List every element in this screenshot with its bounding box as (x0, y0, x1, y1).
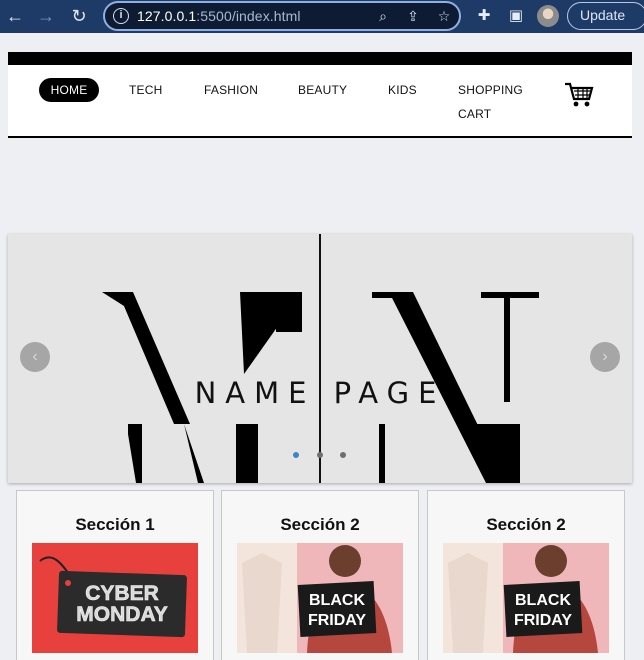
image-text-friday: FRIDAY (514, 612, 572, 629)
hero-carousel: NAME PAGE ‹ › (8, 234, 632, 483)
cyber-monday-image[interactable]: CYBER MONDAY (32, 543, 198, 653)
section-title: Sección 1 (75, 515, 155, 534)
section-card-3: Sección 2 BLACK FRIDAY (427, 490, 625, 660)
nav-beauty[interactable]: BEAUTY (298, 83, 347, 97)
reload-icon[interactable]: ↻ (68, 5, 90, 27)
carousel-prev-button[interactable]: ‹ (20, 342, 50, 372)
chevron-left-icon: ‹ (32, 348, 38, 365)
black-friday-image[interactable]: BLACK FRIDAY (237, 543, 403, 653)
browser-toolbar: ← → ↻ i 127.0.0.1:5500/index.html ⌕ ⇪ ☆ … (0, 0, 644, 33)
section-card-1: Sección 1 CYBER MONDAY (16, 490, 214, 660)
bookmark-star-icon[interactable]: ☆ (434, 6, 454, 26)
brand-name: NAME PAGE (194, 376, 446, 410)
shopping-cart-icon[interactable] (564, 81, 594, 109)
carousel-dot-2[interactable] (317, 452, 323, 458)
nav-cart[interactable]: CART (458, 107, 491, 121)
nav-fashion[interactable]: FASHION (204, 83, 258, 97)
nav-tech[interactable]: TECH (129, 83, 162, 97)
address-bar[interactable]: i 127.0.0.1:5500/index.html ⌕ ⇪ ☆ (103, 1, 461, 31)
extensions-icon[interactable]: ✚ (474, 6, 494, 26)
image-text-cyber: CYBER (85, 582, 159, 605)
url-path: :5500/index.html (196, 8, 301, 24)
carousel-dot-3[interactable] (340, 452, 346, 458)
section-title: Sección 2 (280, 515, 360, 534)
main-nav: HOME TECH FASHION BEAUTY KIDS SHOPPING C… (8, 65, 632, 138)
black-friday-image[interactable]: BLACK FRIDAY (443, 543, 609, 653)
url-host: 127.0.0.1 (137, 8, 197, 24)
zoom-icon[interactable]: ⌕ (373, 6, 393, 26)
brand-logo (102, 234, 539, 483)
chevron-right-icon: › (602, 348, 608, 365)
image-text-friday: FRIDAY (308, 612, 366, 629)
carousel-next-button[interactable]: › (590, 342, 620, 372)
nav-kids[interactable]: KIDS (388, 83, 417, 97)
site-info-icon[interactable]: i (113, 8, 129, 24)
profile-avatar[interactable] (537, 5, 559, 27)
forward-icon[interactable]: → (35, 5, 57, 27)
carousel-dot-1[interactable] (293, 452, 299, 458)
section-title: Sección 2 (486, 515, 566, 534)
nav-shopping[interactable]: SHOPPING (458, 83, 523, 97)
address-text[interactable]: 127.0.0.1:5500/index.html (137, 8, 301, 24)
share-icon[interactable]: ⇪ (403, 6, 423, 26)
header-bar (8, 52, 632, 65)
update-button[interactable]: Update (567, 2, 644, 30)
nav-home[interactable]: HOME (39, 78, 99, 102)
section-card-2: Sección 2 BLACK FRIDAY (221, 490, 419, 660)
sidebar-icon[interactable]: ▣ (506, 6, 526, 26)
image-text-black: BLACK (515, 592, 571, 609)
image-text-monday: MONDAY (76, 603, 167, 626)
back-icon[interactable]: ← (4, 5, 26, 27)
image-text-black: BLACK (309, 592, 365, 609)
